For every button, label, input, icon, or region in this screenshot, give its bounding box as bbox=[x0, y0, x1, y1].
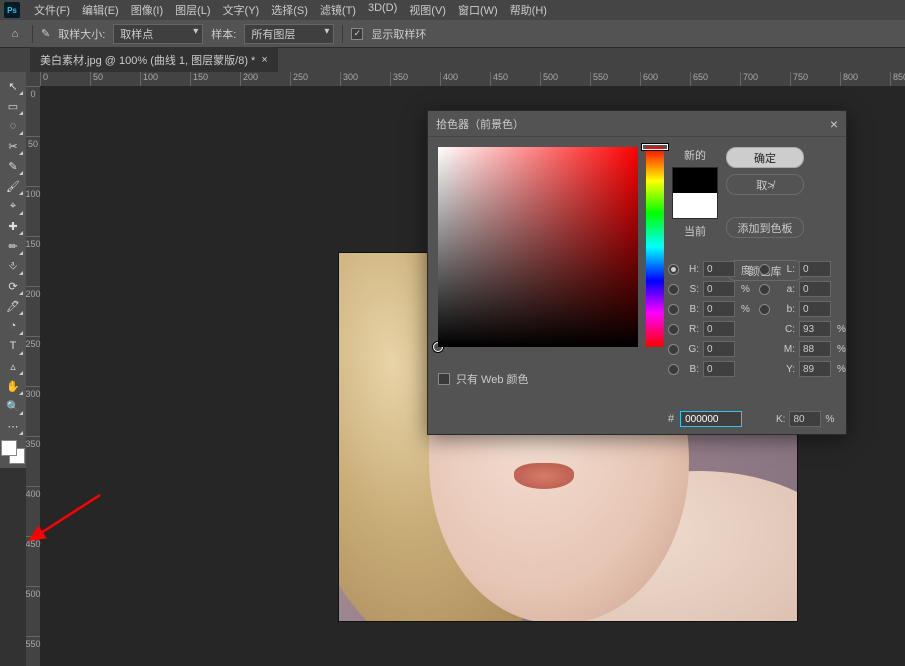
sample-size-label: 取样大小: bbox=[58, 26, 105, 42]
menu-item[interactable]: 选择(S) bbox=[265, 0, 314, 20]
menu-item[interactable]: 窗口(W) bbox=[452, 0, 504, 20]
close-icon[interactable]: × bbox=[261, 54, 267, 66]
b-radio[interactable] bbox=[759, 304, 770, 315]
ok-button[interactable]: 确定 bbox=[726, 147, 804, 168]
document-tab-bar: 美白素材.jpg @ 100% (曲线 1, 图层蒙版/8) * × bbox=[0, 48, 905, 72]
tool-button[interactable]: ◌ bbox=[2, 116, 24, 136]
menu-item[interactable]: 文字(Y) bbox=[217, 0, 266, 20]
web-only-label: 只有 Web 颜色 bbox=[456, 371, 529, 387]
sample-dropdown[interactable]: 所有图层 bbox=[244, 24, 334, 44]
y-input[interactable] bbox=[799, 361, 831, 377]
hue-cursor bbox=[642, 144, 668, 150]
m-input[interactable] bbox=[799, 341, 831, 357]
ps-logo: Ps bbox=[4, 2, 20, 18]
menu-item[interactable]: 视图(V) bbox=[403, 0, 452, 20]
tool-button[interactable]: 🖌 bbox=[2, 176, 24, 196]
dialog-title: 拾色器（前景色） bbox=[436, 116, 524, 132]
tool-button[interactable]: ✎ bbox=[2, 156, 24, 176]
bv-input[interactable] bbox=[703, 301, 735, 317]
dialog-titlebar[interactable]: 拾色器（前景色） × bbox=[428, 111, 846, 137]
menu-item[interactable]: 文件(F) bbox=[28, 0, 76, 20]
tool-button[interactable]: ✂ bbox=[2, 136, 24, 156]
ruler-vertical: 0501001502002503003504004505005506006507… bbox=[26, 86, 40, 666]
r-radio[interactable] bbox=[668, 324, 679, 335]
new-color-label: 新的 bbox=[684, 147, 706, 163]
show-ring-label: 显示取样环 bbox=[371, 26, 426, 42]
color-field[interactable] bbox=[438, 147, 638, 347]
hue-slider[interactable] bbox=[646, 147, 664, 347]
document-tab-title: 美白素材.jpg @ 100% (曲线 1, 图层蒙版/8) * bbox=[40, 52, 255, 68]
b-input[interactable] bbox=[799, 301, 831, 317]
g-input[interactable] bbox=[703, 341, 735, 357]
s-input[interactable] bbox=[703, 281, 735, 297]
a-radio[interactable] bbox=[759, 284, 770, 295]
tool-button[interactable]: ⎀ bbox=[2, 256, 24, 276]
tool-button[interactable]: 🔍 bbox=[2, 396, 24, 416]
current-color-swatch bbox=[673, 193, 717, 218]
sample-label: 样本: bbox=[211, 26, 236, 42]
menu-item[interactable]: 图像(I) bbox=[125, 0, 169, 20]
add-to-swatches-button[interactable]: 添加到色板 bbox=[726, 217, 804, 238]
bc-input[interactable] bbox=[703, 361, 735, 377]
tool-button[interactable]: ⌖ bbox=[2, 196, 24, 216]
menu-item[interactable]: 编辑(E) bbox=[76, 0, 125, 20]
tool-button[interactable]: ✚ bbox=[2, 216, 24, 236]
tool-button[interactable]: ◔ bbox=[2, 316, 24, 336]
menu-bar: Ps 文件(F)编辑(E)图像(I)图层(L)文字(Y)选择(S)滤镜(T)3D… bbox=[0, 0, 905, 20]
tool-button[interactable]: ⟳ bbox=[2, 276, 24, 296]
tool-button[interactable]: ▭ bbox=[2, 96, 24, 116]
close-icon[interactable]: × bbox=[830, 116, 838, 132]
cancel-button[interactable]: 取≯ bbox=[726, 174, 804, 195]
a-input[interactable] bbox=[799, 281, 831, 297]
ruler-corner bbox=[26, 72, 40, 86]
tool-panel: ↖▭◌✂✎🖌⌖✚✏⎀⟳🖊◔T▵✋🔍⋯ bbox=[0, 72, 26, 468]
hash-label: # bbox=[668, 413, 674, 425]
color-field-cursor bbox=[433, 342, 443, 352]
document-tab[interactable]: 美白素材.jpg @ 100% (曲线 1, 图层蒙版/8) * × bbox=[30, 47, 278, 72]
r-input[interactable] bbox=[703, 321, 735, 337]
tool-button[interactable]: ✏ bbox=[2, 236, 24, 256]
bc-radio[interactable] bbox=[668, 364, 679, 375]
tool-button[interactable]: 🖊 bbox=[2, 296, 24, 316]
tool-button[interactable]: ✋ bbox=[2, 376, 24, 396]
color-swatches[interactable] bbox=[1, 440, 25, 464]
show-ring-checkbox[interactable] bbox=[351, 28, 363, 40]
l-input[interactable] bbox=[799, 261, 831, 277]
new-color-swatch bbox=[673, 168, 717, 193]
menu-item[interactable]: 帮助(H) bbox=[504, 0, 553, 20]
foreground-swatch[interactable] bbox=[1, 440, 17, 456]
menu-item[interactable]: 滤镜(T) bbox=[314, 0, 362, 20]
current-color-label: 当前 bbox=[684, 223, 706, 239]
tool-button[interactable]: ▵ bbox=[2, 356, 24, 376]
h-input[interactable] bbox=[703, 261, 735, 277]
web-only-checkbox[interactable] bbox=[438, 373, 450, 385]
tool-button[interactable]: T bbox=[2, 336, 24, 356]
tool-button[interactable]: ↖ bbox=[2, 76, 24, 96]
hex-input[interactable] bbox=[680, 411, 742, 427]
l-radio[interactable] bbox=[759, 264, 770, 275]
color-preview bbox=[672, 167, 718, 219]
bv-radio[interactable] bbox=[668, 304, 679, 315]
tool-button[interactable]: ⋯ bbox=[2, 416, 24, 436]
ruler-horizontal: 0501001502002503003504004505005506006507… bbox=[40, 72, 905, 86]
menu-item[interactable]: 图层(L) bbox=[169, 0, 216, 20]
eyedropper-icon: ✎ bbox=[41, 27, 50, 40]
g-radio[interactable] bbox=[668, 344, 679, 355]
s-radio[interactable] bbox=[668, 284, 679, 295]
color-picker-dialog: 拾色器（前景色） × 新的 当前 确定 取≯ 添加到色板 颜色库 只有 We bbox=[427, 110, 847, 435]
web-only-row: 只有 Web 颜色 bbox=[438, 371, 529, 387]
options-bar: ⌂ ✎ 取样大小: 取样点 样本: 所有图层 显示取样环 bbox=[0, 20, 905, 48]
sample-size-dropdown[interactable]: 取样点 bbox=[113, 24, 203, 44]
c-input[interactable] bbox=[799, 321, 831, 337]
h-radio[interactable] bbox=[668, 264, 679, 275]
k-input[interactable] bbox=[789, 411, 821, 427]
menu-item[interactable]: 3D(D) bbox=[362, 0, 403, 20]
home-icon[interactable]: ⌂ bbox=[6, 25, 24, 43]
